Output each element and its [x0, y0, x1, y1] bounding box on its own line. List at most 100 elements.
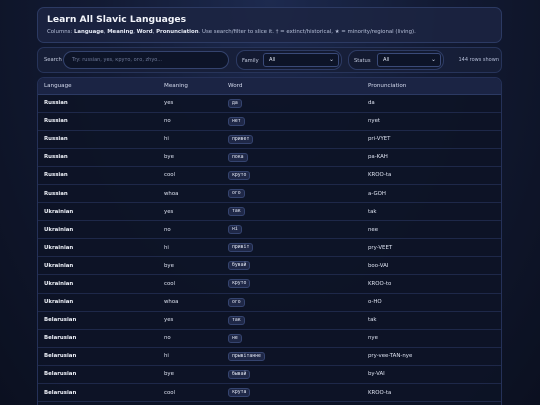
cell-meaning: yes	[158, 311, 222, 330]
cell-word: бывай	[222, 365, 362, 385]
word-chip: ого	[228, 297, 245, 307]
word-chip: прывітанне	[228, 351, 265, 361]
status-select[interactable]: All ⌄	[377, 53, 441, 67]
word-chip: круто	[228, 170, 251, 180]
page-subtitle: Columns: Language, Meaning, Word, Pronun…	[47, 29, 416, 35]
rows-count: 144 rows shown	[458, 57, 499, 63]
cell-pronunciation: boo-VAI	[362, 256, 501, 276]
subtitle-col-language: Language	[73, 29, 104, 35]
word-chip: бывай	[228, 369, 251, 379]
word-chip: крута	[228, 388, 251, 398]
cell-pronunciation: pry-VEET	[362, 238, 501, 258]
status-filter: Status All ⌄	[348, 50, 444, 70]
cell-language: Ukrainian	[38, 256, 158, 276]
table-row: Ukrainian hi привіт pry-VEET	[38, 238, 501, 258]
header-word[interactable]: Word	[222, 78, 362, 95]
subtitle-col-meaning: Meaning	[107, 29, 134, 35]
cell-language: Russian	[38, 112, 158, 131]
family-select[interactable]: All ⌄	[263, 53, 339, 67]
cell-pronunciation: by-VAI	[362, 365, 501, 385]
cell-word: так	[222, 311, 362, 330]
chevron-down-icon: ⌄	[430, 56, 436, 63]
filter-bar: Search Try: russian, yes, круто, ого, zh…	[37, 47, 502, 73]
family-label: Family	[242, 58, 259, 64]
cell-word: так	[222, 202, 362, 222]
cell-word: прывітанне	[222, 347, 362, 366]
cell-language: Ukrainian	[38, 202, 158, 222]
cell-meaning: cool	[158, 166, 222, 185]
cell-meaning: yes	[158, 94, 222, 113]
vocabulary-table: Language Meaning Word Pronunciation Russ…	[37, 77, 502, 405]
cell-language: Russian	[38, 148, 158, 167]
header-pronunciation[interactable]: Pronunciation	[362, 78, 501, 95]
table-row: Ukrainian no ні nee	[38, 220, 501, 240]
table-row: Ukrainian cool круто KROO-to	[38, 274, 501, 294]
cell-meaning: hi	[158, 130, 222, 149]
word-chip: да	[228, 98, 242, 108]
family-filter: Family All ⌄	[236, 50, 342, 70]
cell-language: Ukrainian	[38, 293, 158, 312]
word-chip: привіт	[228, 243, 254, 253]
cell-word: ого	[222, 184, 362, 204]
table-row: Russian cool круто KROO-ta	[38, 166, 501, 185]
cell-pronunciation: a-GOH	[362, 184, 501, 204]
cell-pronunciation: KROO-ta	[362, 166, 501, 185]
family-select-value: All	[269, 57, 276, 63]
table-row: Russian whoa ого a-GOH	[38, 184, 501, 204]
cell-pronunciation: KROO-to	[362, 274, 501, 294]
cell-word: ні	[222, 220, 362, 240]
cell-language: Belarusian	[38, 383, 158, 403]
cell-meaning: bye	[158, 256, 222, 276]
table-row: Russian bye пока pa-KAH	[38, 148, 501, 167]
cell-meaning: bye	[158, 365, 222, 385]
cell-pronunciation: KROO-ta	[362, 383, 501, 403]
table-row: Ukrainian bye бувай boo-VAI	[38, 256, 501, 276]
cell-pronunciation: nye	[362, 329, 501, 348]
cell-meaning: cool	[158, 383, 222, 403]
header-meaning[interactable]: Meaning	[158, 78, 222, 95]
cell-pronunciation: nee	[362, 220, 501, 240]
cell-word: крута	[222, 383, 362, 403]
cell-word: ого	[222, 293, 362, 312]
word-chip: бувай	[228, 261, 251, 271]
cell-meaning: no	[158, 329, 222, 348]
word-chip: не	[228, 333, 242, 343]
cell-word: круто	[222, 166, 362, 185]
cell-language: Ukrainian	[38, 274, 158, 294]
search-label: Search	[44, 57, 62, 63]
cell-meaning: yes	[158, 202, 222, 222]
cell-pronunciation: o-HO	[362, 293, 501, 312]
table-row: Belarusian cool крута KROO-ta	[38, 383, 501, 403]
subtitle-col-pronunciation: Pronunciation	[156, 29, 199, 35]
cell-meaning: hi	[158, 347, 222, 366]
word-chip: круто	[228, 279, 251, 289]
cell-meaning: whoa	[158, 184, 222, 204]
chevron-down-icon: ⌄	[328, 56, 334, 63]
word-chip: пока	[228, 152, 248, 162]
page-header: Learn All Slavic Languages Columns: Lang…	[37, 7, 502, 43]
cell-language: Ukrainian	[38, 220, 158, 240]
word-chip: ого	[228, 189, 245, 199]
search-input[interactable]: Try: russian, yes, круто, ого, zhyo...	[63, 51, 229, 69]
table-row: Ukrainian yes так tak	[38, 202, 501, 222]
cell-word: бувай	[222, 256, 362, 276]
subtitle-col-word: Word	[136, 29, 153, 35]
cell-pronunciation: pri-VYET	[362, 130, 501, 149]
table-header-row: Language Meaning Word Pronunciation	[38, 78, 501, 95]
cell-pronunciation: pry-vee-TAN-nye	[362, 347, 501, 366]
header-language[interactable]: Language	[38, 78, 158, 95]
cell-language: Belarusian	[38, 329, 158, 348]
cell-meaning: no	[158, 220, 222, 240]
cell-meaning: cool	[158, 274, 222, 294]
table-row: Russian hi привет pri-VYET	[38, 130, 501, 149]
cell-language: Belarusian	[38, 365, 158, 385]
word-chip: так	[228, 207, 245, 217]
subtitle-prefix: Columns:	[47, 29, 74, 35]
cell-language: Russian	[38, 166, 158, 185]
cell-meaning: no	[158, 112, 222, 131]
cell-word: пока	[222, 148, 362, 167]
word-chip: привет	[228, 134, 254, 144]
cell-word: не	[222, 329, 362, 348]
status-label: Status	[354, 58, 371, 64]
cell-word: круто	[222, 274, 362, 294]
